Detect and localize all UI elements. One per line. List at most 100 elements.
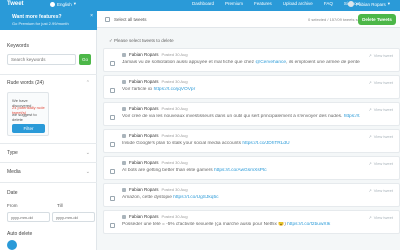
tweet-header: Fabian Ropars Posted 30 Aug (122, 214, 188, 219)
divider (0, 143, 97, 144)
tweet-link[interactable]: @Cervehance (255, 60, 286, 65)
tweet-date: Posted 30 Aug (161, 106, 188, 111)
date-label: Date (7, 190, 18, 196)
premium-promo[interactable]: Want more features? Go Premium for just … (0, 11, 97, 30)
tweet-link[interactable]: https://t.co/JDhTRLdU (242, 141, 289, 146)
till-date-field[interactable]: yyyy-mm-dd (52, 212, 95, 222)
filter-button[interactable]: Filter (12, 124, 45, 133)
tweet-row[interactable]: Fabian Ropars Posted 30 Aug Amazon, cett… (103, 183, 400, 207)
language-select[interactable]: English ▾ (50, 1, 76, 7)
view-tweet-link[interactable]: ↗ View tweet (368, 215, 393, 220)
tweet-text-body: Posséder une télé = -5% d'activité sexue… (122, 222, 288, 227)
tweet-checkbox[interactable] (110, 196, 115, 201)
twitter-icon (122, 133, 126, 138)
tweet-text: AI bots are getting better than elite ga… (122, 168, 360, 174)
nav-faq[interactable]: FAQ (324, 1, 333, 6)
tweet-text: Inside Google's plan to stalk your socia… (122, 141, 360, 147)
tweet-row[interactable]: Fabian Ropars Posted 30 Aug Voir créé de… (103, 102, 400, 126)
external-link-icon: ↗ (368, 53, 372, 58)
logo[interactable]: Tweet (7, 1, 24, 7)
divider (0, 162, 97, 163)
nav-dashboard[interactable]: Dashboard (192, 1, 214, 6)
tweet-date: Posted 30 Aug (161, 79, 188, 84)
rude-words-label[interactable]: Rude words (24) (7, 80, 44, 86)
from-date-field[interactable]: yyyy-mm-dd (7, 212, 50, 222)
nav-premium[interactable]: Premium (225, 1, 243, 6)
view-tweet-link[interactable]: ↗ View tweet (368, 134, 393, 139)
tweet-author: Fabian Ropars (129, 187, 159, 192)
nav-features[interactable]: Features (254, 1, 272, 6)
chevron-up-icon[interactable]: ⌃ (86, 80, 90, 86)
user-menu[interactable]: Fabian Ropars ▾ (348, 1, 390, 7)
select-all-checkbox[interactable] (105, 17, 110, 22)
tweet-checkbox[interactable] (110, 142, 115, 147)
divider (0, 182, 97, 183)
till-label: Till (57, 203, 63, 208)
tweet-header: Fabian Ropars Posted 30 Aug (122, 160, 188, 165)
view-tweet-link[interactable]: ↗ View tweet (368, 80, 393, 85)
tweet-date: Posted 30 Aug (161, 52, 188, 57)
tweet-text: Posséder une télé = -5% d'activité sexue… (122, 222, 360, 228)
twitter-icon (122, 187, 126, 192)
divider (0, 74, 97, 75)
view-tweet-link[interactable]: ↗ View tweet (368, 53, 393, 58)
nav-upload-archive[interactable]: Upload archive (283, 1, 313, 6)
tweet-checkbox[interactable] (110, 223, 115, 228)
tweet-author: Fabian Ropars (129, 214, 159, 219)
view-tweet-link[interactable]: ↗ View tweet (368, 188, 393, 193)
tweet-date: Posted 30 Aug (161, 133, 188, 138)
tweet-link[interactable]: https://t.co/AwGsmXsPtc (214, 168, 267, 173)
twitter-icon (122, 79, 126, 84)
tweet-text-body: Voir créé de via les nouveaux investisse… (122, 114, 344, 119)
tweet-header: Fabian Ropars Posted 30 Aug (122, 79, 188, 84)
view-tweet-label: View tweet (373, 107, 393, 112)
tweet-checkbox[interactable] (110, 61, 115, 66)
tweet-text: Voir l'article ici https://t.co/jqVOVpr (122, 87, 360, 93)
view-tweet-label: View tweet (373, 215, 393, 220)
user-name: Fabian Ropars (356, 1, 386, 7)
tweet-checkbox[interactable] (110, 115, 115, 120)
go-button[interactable]: Go (79, 54, 91, 65)
tweet-link[interactable]: https://t.co/UgSJkq5c (173, 195, 218, 200)
chevron-down-icon[interactable]: ⌄ (86, 169, 90, 175)
tweet-text-body: Inside Google's plan to stalk your socia… (122, 141, 243, 146)
delete-tweets-button[interactable]: Delete Tweets (358, 14, 396, 25)
tweet-author: Fabian Ropars (129, 52, 159, 57)
tweet-date: Posted 30 Aug (161, 214, 188, 219)
tweet-text: Voir créé de via les nouveaux investisse… (122, 114, 360, 120)
tweet-header: Fabian Ropars Posted 30 Aug (122, 106, 188, 111)
external-link-icon: ↗ (368, 107, 372, 112)
select-all-label[interactable]: Select all tweets (114, 17, 147, 22)
search-input[interactable] (7, 54, 76, 65)
tweet-header: Fabian Ropars Posted 30 Aug (122, 52, 188, 57)
tweet-checkbox[interactable] (110, 169, 115, 174)
tweet-link[interactable]: https://t.co/f2buwXIk (287, 222, 330, 227)
tweet-row[interactable]: Fabian Ropars Posted 30 Aug Posséder une… (103, 210, 400, 234)
nav-links: Dashboard Premium Features Upload archiv… (192, 1, 360, 6)
tweet-text-body: Amazon, cette dystopie (122, 195, 174, 200)
view-tweet-link[interactable]: ↗ View tweet (368, 161, 393, 166)
tweet-link[interactable]: https://t.co/jqVOVpr (154, 87, 196, 92)
media-label[interactable]: Media (7, 169, 21, 175)
close-icon[interactable]: × (90, 13, 93, 19)
rude-line: we suggest to delete (12, 112, 37, 122)
twitter-icon (122, 106, 126, 111)
tweet-row[interactable]: Fabian Ropars Posted 30 Aug Jamais vu de… (103, 48, 400, 72)
tweet-row[interactable]: Fabian Ropars Posted 30 Aug Inside Googl… (103, 129, 400, 153)
tweet-link[interactable]: https://t.co/IZxnjkfoxw (344, 114, 360, 119)
chevron-down-icon[interactable]: ⌄ (86, 150, 90, 156)
keywords-label: Keywords (7, 43, 29, 49)
tweet-row[interactable]: Fabian Ropars Posted 30 Aug Voir l'artic… (103, 75, 400, 99)
tweet-text: Amazon, cette dystopie https://t.co/UgSJ… (122, 195, 360, 201)
view-tweet-label: View tweet (373, 80, 393, 85)
promo-title: Want more features? (12, 14, 62, 20)
type-label[interactable]: Type (7, 150, 18, 156)
chevron-down-icon: ▾ (387, 1, 390, 6)
tweet-row[interactable]: Fabian Ropars Posted 30 Aug AI bots are … (103, 156, 400, 180)
select-hint-text: Please select tweets to delete (114, 38, 174, 43)
tweet-checkbox[interactable] (110, 88, 115, 93)
view-tweet-link[interactable]: ↗ View tweet (368, 107, 393, 112)
twitter-icon (122, 52, 126, 57)
external-link-icon: ↗ (368, 188, 372, 193)
tweet-text-body: Voir l'article ici (122, 87, 154, 92)
